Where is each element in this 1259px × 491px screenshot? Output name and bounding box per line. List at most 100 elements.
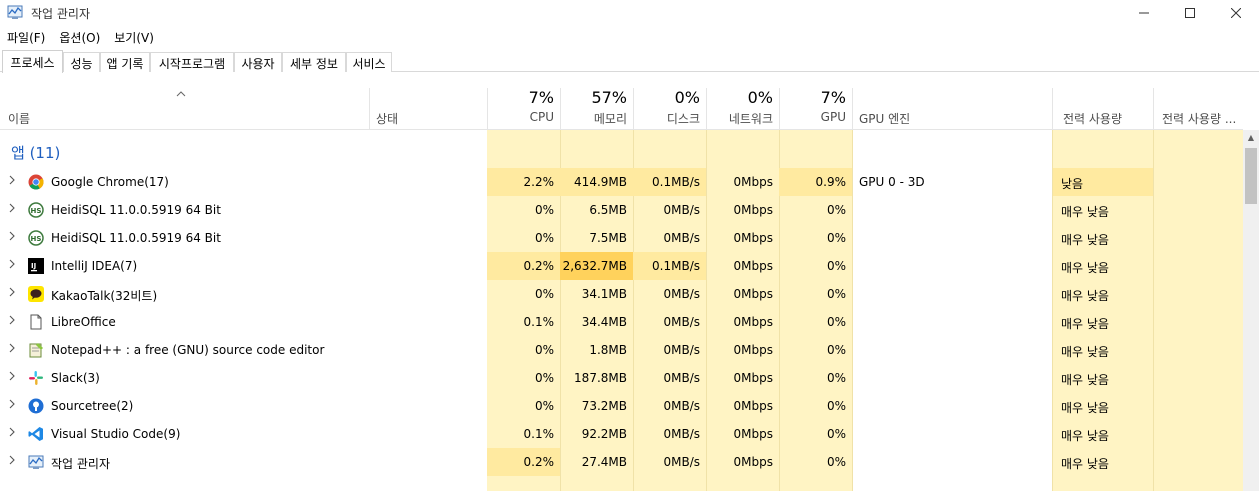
col-network-header[interactable]: 0% 네트워크 xyxy=(706,88,779,130)
vertical-scrollbar[interactable]: ▲ xyxy=(1243,130,1259,491)
process-name: Slack(3) xyxy=(51,371,100,385)
cell-disk: 0MB/s xyxy=(663,371,700,385)
expand-chevron-icon[interactable] xyxy=(8,455,16,468)
process-row[interactable]: IJ IntelliJ IDEA(7) 0.2% 2,632.7MB 0.1MB/s 0M… xyxy=(0,252,1243,280)
cell-disk: 0MB/s xyxy=(663,203,700,217)
cell-gpu: 0% xyxy=(826,315,846,329)
cell-memory: 34.1MB xyxy=(581,287,627,301)
cell-disk: 0MB/s xyxy=(663,455,700,469)
expand-chevron-icon[interactable] xyxy=(8,203,16,216)
scroll-up-arrow-icon[interactable]: ▲ xyxy=(1243,130,1259,146)
cell-memory: 27.4MB xyxy=(581,455,627,469)
process-row[interactable]: Google Chrome(17) 2.2% 414.9MB 0.1MB/s 0Mbps… xyxy=(0,168,1243,196)
maximize-button[interactable] xyxy=(1167,0,1213,26)
process-row[interactable]: Sourcetree(2) 0% 73.2MB 0MB/s 0Mbps 0% 매우 낮음 xyxy=(0,392,1243,420)
slack-icon xyxy=(28,370,44,386)
expand-chevron-icon[interactable] xyxy=(8,399,16,412)
memory-label: 메모리 xyxy=(593,112,627,126)
expand-chevron-icon[interactable] xyxy=(8,287,16,300)
process-name: Notepad++ : a free (GNU) source code edi… xyxy=(51,343,325,357)
cell-memory: 7.5MB xyxy=(589,231,627,245)
cell-disk: 0.1MB/s xyxy=(633,168,706,196)
expand-chevron-icon[interactable] xyxy=(8,315,16,328)
cell-power: 매우 낮음 xyxy=(1061,373,1109,387)
process-row[interactable]: HS HeidiSQL 11.0.0.5919 64 Bit 0% 7.5MB 0MB/… xyxy=(0,224,1243,252)
expand-chevron-icon[interactable] xyxy=(8,231,16,244)
notepadpp-icon xyxy=(28,342,44,358)
expand-chevron-icon[interactable] xyxy=(8,259,16,272)
cell-gpu-engine: GPU 0 - 3D xyxy=(859,175,925,189)
gpu-total: 7% xyxy=(820,88,846,107)
network-label: 네트워크 xyxy=(728,112,773,126)
col-status-header[interactable]: 상태 xyxy=(369,88,487,130)
tab-services[interactable]: 서비스 xyxy=(346,52,392,72)
cell-gpu: 0% xyxy=(826,231,846,245)
col-gpu-header[interactable]: 7% GPU xyxy=(779,88,852,130)
expand-chevron-icon[interactable] xyxy=(8,427,16,440)
menu-bar: 파일(F) 옵션(O) 보기(V) xyxy=(0,27,161,47)
col-power-trend-header[interactable]: 전력 사용량 ... xyxy=(1153,88,1243,130)
disk-total: 0% xyxy=(674,88,700,107)
menu-view[interactable]: 보기(V) xyxy=(107,27,161,47)
col-memory-header[interactable]: 57% 메모리 xyxy=(560,88,633,130)
process-row[interactable]: Slack(3) 0% 187.8MB 0MB/s 0Mbps 0% 매우 낮음 xyxy=(0,364,1243,392)
cell-power: 매우 낮음 xyxy=(1061,345,1109,359)
apps-group-header[interactable]: 앱 (11) xyxy=(11,142,60,163)
expand-chevron-icon[interactable] xyxy=(8,343,16,356)
heidisql-icon: HS xyxy=(28,202,44,218)
scroll-thumb[interactable] xyxy=(1245,148,1257,204)
process-row[interactable]: Notepad++ : a free (GNU) source code edi… xyxy=(0,336,1243,364)
gpu-engine-label: GPU 엔진 xyxy=(859,112,911,126)
expand-chevron-icon[interactable] xyxy=(8,175,16,188)
tab-details[interactable]: 세부 정보 xyxy=(282,52,346,72)
tab-startup[interactable]: 시작프로그램 xyxy=(150,52,234,72)
minimize-button[interactable] xyxy=(1121,0,1167,26)
close-button[interactable] xyxy=(1213,0,1259,26)
vscode-icon xyxy=(28,426,44,442)
process-name: Sourcetree(2) xyxy=(51,399,134,413)
cell-disk: 0MB/s xyxy=(663,231,700,245)
cell-disk: 0MB/s xyxy=(663,315,700,329)
process-name: 작업 관리자 xyxy=(51,457,111,471)
cell-cpu: 2.2% xyxy=(487,168,560,196)
cell-network: 0Mbps xyxy=(733,175,773,189)
cell-gpu: 0% xyxy=(826,371,846,385)
cell-gpu: 0.9% xyxy=(779,168,852,196)
cell-memory: 34.4MB xyxy=(581,315,627,329)
col-name-header[interactable]: 이름 xyxy=(8,110,30,127)
task-manager-icon xyxy=(7,5,23,19)
libreoffice-icon xyxy=(28,314,44,330)
cell-gpu: 0% xyxy=(826,455,846,469)
power-trend-label: 전력 사용량 ... xyxy=(1162,112,1237,126)
cell-cpu: 0.1% xyxy=(523,315,555,329)
expand-chevron-icon[interactable] xyxy=(8,371,16,384)
tab-performance[interactable]: 성능 xyxy=(63,52,100,72)
network-total: 0% xyxy=(747,88,773,107)
sourcetree-icon xyxy=(28,398,44,414)
maximize-icon xyxy=(1185,8,1195,18)
tab-app-history[interactable]: 앱 기록 xyxy=(100,52,150,72)
process-row[interactable]: LibreOffice 0.1% 34.4MB 0MB/s 0Mbps 0% 매우 낮음 xyxy=(0,308,1243,336)
col-cpu-header[interactable]: 7% CPU xyxy=(487,88,560,130)
cell-power: 낮음 xyxy=(1053,168,1153,196)
process-row[interactable]: KakaoTalk(32비트) 0% 34.1MB 0MB/s 0Mbps 0% 매우 낮음 xyxy=(0,280,1243,308)
process-row[interactable]: HS HeidiSQL 11.0.0.5919 64 Bit 0% 6.5MB 0MB/… xyxy=(0,196,1243,224)
menu-file[interactable]: 파일(F) xyxy=(0,27,52,47)
cell-gpu: 0% xyxy=(826,427,846,441)
cell-power: 매우 낮음 xyxy=(1061,401,1109,415)
tab-users[interactable]: 사용자 xyxy=(234,52,282,72)
menu-options[interactable]: 옵션(O) xyxy=(52,27,107,47)
col-disk-header[interactable]: 0% 디스크 xyxy=(633,88,706,130)
col-power-header[interactable]: 전력 사용량 xyxy=(1052,88,1153,130)
tab-processes[interactable]: 프로세스 xyxy=(2,50,63,73)
col-gpu-engine-header[interactable]: GPU 엔진 xyxy=(852,88,1052,130)
process-row[interactable]: 작업 관리자 0.2% 27.4MB 0MB/s 0Mbps 0% 매우 낮음 xyxy=(0,448,1243,476)
memory-total: 57% xyxy=(591,88,627,107)
cell-network: 0Mbps xyxy=(733,259,773,273)
cell-power: 매우 낮음 xyxy=(1061,317,1109,331)
process-row[interactable]: Visual Studio Code(9) 0.1% 92.2MB 0MB/s 0Mbp… xyxy=(0,420,1243,448)
cell-disk: 0MB/s xyxy=(663,287,700,301)
chrome-icon xyxy=(28,174,44,190)
cell-disk: 0.1MB/s xyxy=(633,252,706,280)
process-name: Google Chrome(17) xyxy=(51,175,169,189)
